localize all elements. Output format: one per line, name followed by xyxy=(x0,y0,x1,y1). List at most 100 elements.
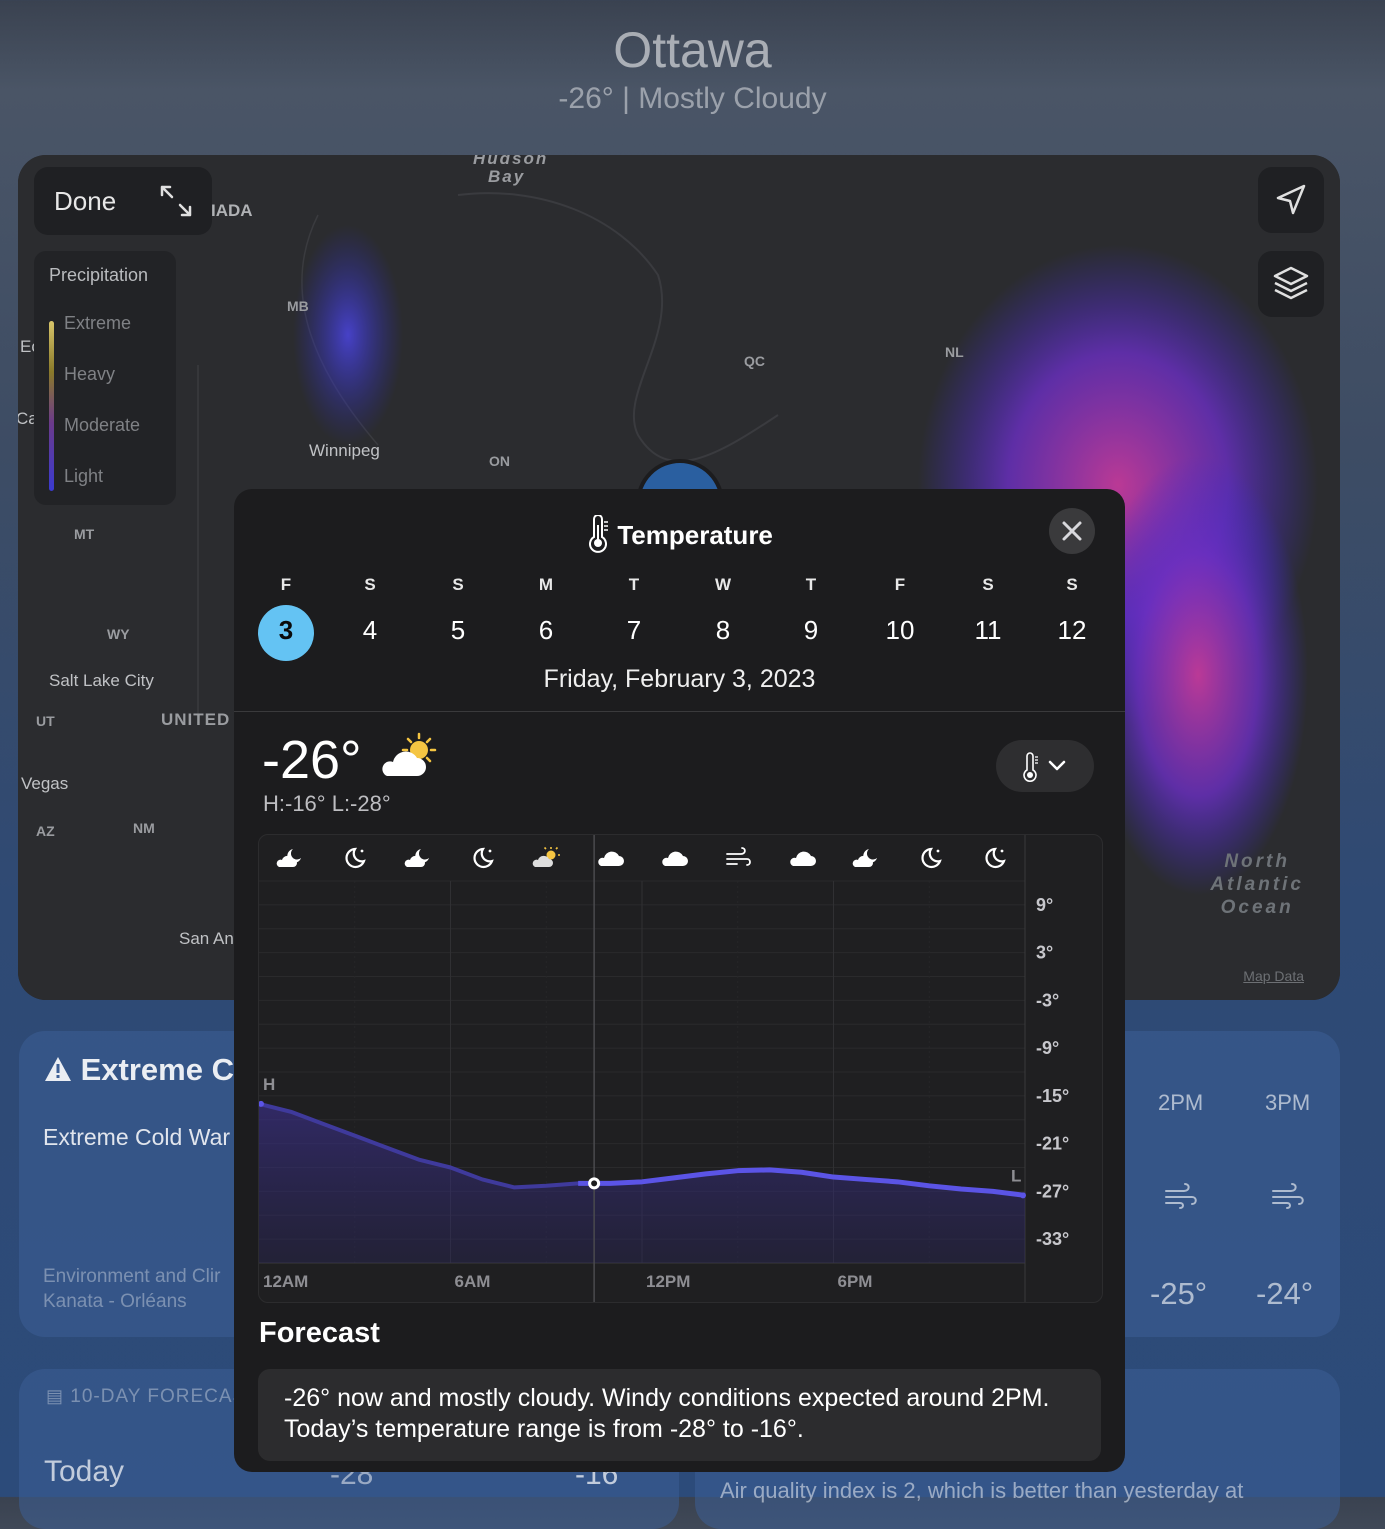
cloud-moon-icon xyxy=(276,849,301,867)
day-number-button[interactable]: 12 xyxy=(1044,615,1100,646)
ocean-label-line: North xyxy=(1224,851,1290,872)
alert-title: Extreme Co xyxy=(44,1052,253,1088)
day-number-button[interactable]: 7 xyxy=(606,615,662,646)
chart-svg: H L 9° 3° -3° -9° -15° -21° -27° -33° 12AM 6AM 12PM 6… xyxy=(258,835,1069,1302)
y-tick-label: 9° xyxy=(1036,895,1053,915)
day-of-week-label: W xyxy=(714,575,732,594)
current-time-dot-inner xyxy=(591,1180,598,1187)
day-of-week-label: T xyxy=(628,575,640,594)
hour-temp: -25° xyxy=(1150,1276,1208,1311)
day-number-button[interactable]: 5 xyxy=(430,615,486,646)
alert-title-text: Extreme Co xyxy=(80,1052,253,1087)
current-temp-value: -26° xyxy=(262,730,362,790)
map-label: Vegas xyxy=(21,774,69,793)
close-button[interactable] xyxy=(1049,508,1095,554)
y-tick-label: -33° xyxy=(1036,1229,1069,1249)
alert-source: Environment and Clir Kanata - Orléans xyxy=(43,1264,220,1314)
cloud-moon-icon xyxy=(852,849,877,867)
map-toolbar: Done xyxy=(34,167,212,235)
map-data-link[interactable]: Map Data xyxy=(1243,968,1304,984)
ocean-label: North Atlantic Ocean xyxy=(1210,850,1304,919)
map-label: QC xyxy=(744,353,765,369)
map-label: Winnipeg xyxy=(309,441,380,460)
current-location-button[interactable] xyxy=(1258,167,1324,233)
map-label: WY xyxy=(107,626,130,642)
temperature-modal: Temperature F 3 S 4 S 5 M 6 T 7 W 8 T 9 F 10 S 11 S 12 Frid… xyxy=(234,489,1125,1472)
ocean-label-line: Atlantic xyxy=(1210,874,1304,895)
day-number-button[interactable]: 4 xyxy=(342,615,398,646)
map-label: Bay xyxy=(488,167,526,186)
y-tick-label: -15° xyxy=(1036,1086,1069,1106)
legend-item-light: Light xyxy=(64,466,104,486)
cloud-icon xyxy=(662,851,688,866)
temperature-chart[interactable]: H L 9° 3° -3° -9° -15° -21° -27° -33° 12AM 6AM 12PM 6… xyxy=(258,834,1103,1303)
forecast-summary-box: -26° now and mostly cloudy. Windy condit… xyxy=(258,1369,1101,1461)
map-label: NM xyxy=(133,820,155,836)
wind-icon xyxy=(726,847,751,866)
precipitation-legend: Precipitation Extreme Heavy Moderate Lig… xyxy=(34,251,176,505)
alert-body: Extreme Cold War xyxy=(43,1124,231,1150)
precip-cell-manitoba xyxy=(293,225,403,445)
forecast-title: Forecast xyxy=(259,1317,380,1349)
day-number-button[interactable]: 10 xyxy=(872,615,928,646)
divider xyxy=(234,711,1125,712)
day-of-week-label: F xyxy=(280,575,292,594)
high-low: H:-16° L:-28° xyxy=(263,791,391,816)
map-label: ON xyxy=(489,453,510,469)
legend-color-bar xyxy=(49,321,54,491)
legend-item-moderate: Moderate xyxy=(64,415,141,435)
low-marker: L xyxy=(1011,1166,1021,1185)
map-layers-button[interactable] xyxy=(1258,251,1324,317)
modal-title: Temperature xyxy=(234,514,1125,553)
x-tick-label: 12AM xyxy=(263,1272,308,1291)
thermometer-chevron-icon xyxy=(1023,752,1066,782)
map-label: AZ xyxy=(36,823,55,839)
cloud-moon-icon xyxy=(404,849,429,867)
x-tick-label: 12PM xyxy=(646,1272,690,1291)
legend-item-extreme: Extreme xyxy=(64,313,132,333)
day-of-week-label: F xyxy=(894,575,906,594)
cloud-icon xyxy=(790,851,816,866)
y-tick-label: 3° xyxy=(1036,943,1053,963)
hour-label: 2PM xyxy=(1158,1090,1204,1115)
calendar-icon: ▤ xyxy=(46,1386,65,1406)
expand-icon[interactable] xyxy=(158,183,194,219)
thermometer-icon xyxy=(589,514,609,553)
y-tick-label: -9° xyxy=(1036,1038,1059,1058)
x-tick-label: 6PM xyxy=(838,1272,873,1291)
legend-item-heavy: Heavy xyxy=(64,364,116,384)
moon-icon xyxy=(345,847,366,869)
day-of-week-label: S xyxy=(452,575,464,594)
moon-icon xyxy=(921,847,942,869)
wind-icon xyxy=(1165,1183,1197,1209)
cloud-sun-icon xyxy=(532,846,560,867)
moon-icon xyxy=(985,847,1006,869)
day-number-button[interactable]: 6 xyxy=(518,615,574,646)
forecast-summary: -26° now and mostly cloudy. Windy condit… xyxy=(284,1384,1050,1443)
wind-icon xyxy=(1272,1183,1304,1209)
current-conditions: -26° | Mostly Cloudy xyxy=(558,82,827,115)
metric-selector-button[interactable] xyxy=(996,740,1094,792)
ocean-label-line: Ocean xyxy=(1220,897,1294,918)
day-of-week-label: S xyxy=(982,575,994,594)
done-button[interactable]: Done xyxy=(54,186,116,217)
day-number-button[interactable]: 3 xyxy=(258,615,314,646)
day-of-week-label: T xyxy=(805,575,817,594)
day-of-week-label: M xyxy=(538,575,554,594)
location-arrow-icon xyxy=(1276,184,1306,215)
map-label: UT xyxy=(36,713,55,729)
y-tick-label: -21° xyxy=(1036,1134,1069,1154)
day-number-button[interactable]: 11 xyxy=(960,615,1016,646)
low-point xyxy=(1020,1192,1026,1199)
layers-icon xyxy=(1273,266,1309,300)
cloud-icon xyxy=(598,851,624,866)
location-header: Ottawa -26° | Mostly Cloudy xyxy=(0,0,1385,160)
high-marker: H xyxy=(263,1075,275,1094)
ten-day-header-text: 10-DAY FORECAS xyxy=(70,1386,247,1407)
day-number-button[interactable]: 9 xyxy=(783,615,839,646)
map-label: Salt Lake City xyxy=(49,671,154,690)
day-number-button[interactable]: 8 xyxy=(695,615,751,646)
day-of-week-label: S xyxy=(364,575,376,594)
hour-temp: -24° xyxy=(1256,1276,1314,1311)
air-quality-text: Air quality index is 2, which is better … xyxy=(720,1478,1244,1503)
